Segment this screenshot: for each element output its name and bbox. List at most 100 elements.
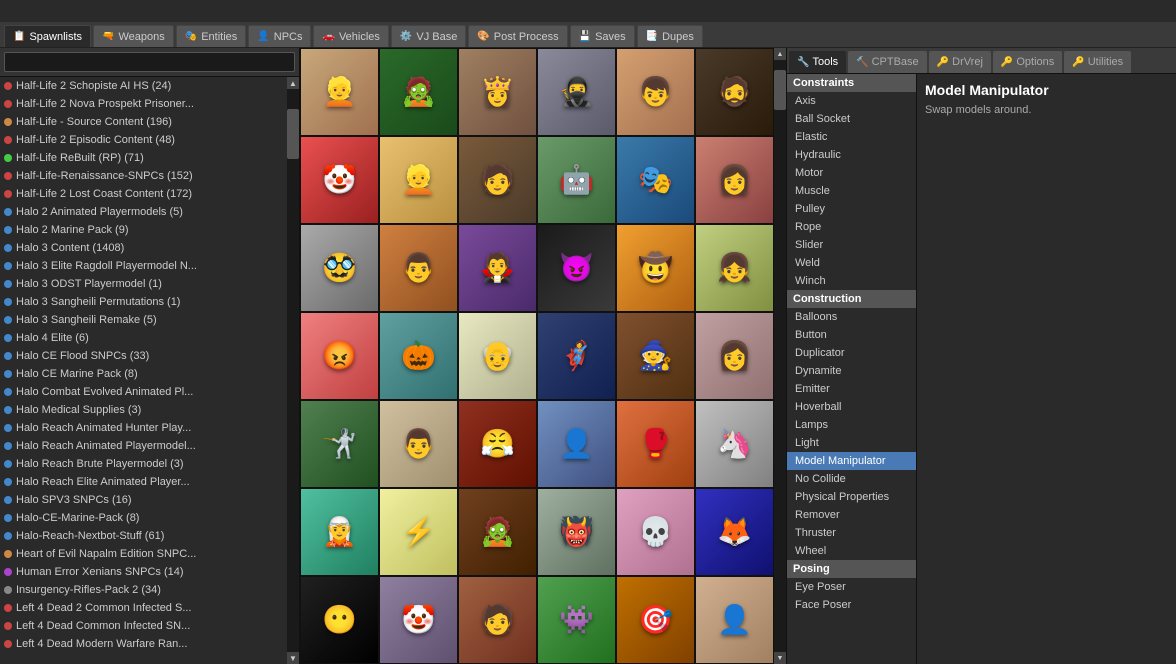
npc-cell[interactable]: 🧟 (379, 48, 458, 136)
npc-cell[interactable]: 🦄 (695, 400, 774, 488)
npc-cell[interactable]: 🤡 (300, 136, 379, 224)
tool-item-no-collide[interactable]: No Collide (787, 470, 916, 488)
tab-weapons[interactable]: 🔫Weapons (93, 25, 174, 47)
npc-cell[interactable]: 👩 (695, 136, 774, 224)
npc-cell[interactable]: 👱 (379, 136, 458, 224)
tool-item-pulley[interactable]: Pulley (787, 200, 916, 218)
search-input[interactable] (4, 52, 295, 72)
npc-cell[interactable]: 🦸 (537, 312, 616, 400)
tab-entities[interactable]: 🎭Entities (176, 25, 247, 47)
tool-item-model-manipulator[interactable]: Model Manipulator (787, 452, 916, 470)
list-item[interactable]: Half-Life 2 Lost Coast Content (172) (0, 185, 287, 203)
list-item[interactable]: Halo 3 ODST Playermodel (1) (0, 275, 287, 293)
tab-spawnlists[interactable]: 📋Spawnlists (4, 25, 91, 47)
scroll-down-btn[interactable]: ▼ (287, 652, 299, 664)
tab-vehicles[interactable]: 🚗Vehicles (313, 25, 388, 47)
list-item[interactable]: Halo 3 Elite Ragdoll Playermodel N... (0, 257, 287, 275)
list-item[interactable]: Halo 3 Sangheili Permutations (1) (0, 293, 287, 311)
list-item[interactable]: Left 4 Dead 2 Common Infected S... (0, 599, 287, 617)
scroll-up-btn[interactable]: ▲ (287, 77, 299, 89)
npc-cell[interactable]: 🧟 (458, 488, 537, 576)
npc-cell[interactable]: 😈 (537, 224, 616, 312)
tool-item-motor[interactable]: Motor (787, 164, 916, 182)
npc-cell[interactable]: 🎭 (616, 136, 695, 224)
tool-item-light[interactable]: Light (787, 434, 916, 452)
tool-item-muscle[interactable]: Muscle (787, 182, 916, 200)
npc-cell[interactable]: 👧 (695, 224, 774, 312)
grid-scroll-up[interactable]: ▲ (774, 48, 786, 60)
right-tab-cptbase[interactable]: 🔨CPTBase (848, 51, 927, 73)
npc-cell[interactable]: 👨 (379, 400, 458, 488)
list-scroll[interactable]: Half-Life 2 Schopiste AI HS (24)Half-Lif… (0, 77, 287, 664)
list-item[interactable]: Half-Life 2 Episodic Content (48) (0, 131, 287, 149)
right-tab-options[interactable]: 🔑Options (993, 51, 1062, 73)
list-item[interactable]: Halo-Reach-Nextbot-Stuff (61) (0, 527, 287, 545)
npc-cell[interactable]: 🤠 (616, 224, 695, 312)
tool-item-lamps[interactable]: Lamps (787, 416, 916, 434)
list-item[interactable]: Halo Medical Supplies (3) (0, 401, 287, 419)
right-tab-drvrej[interactable]: 🔑DrVrej (929, 51, 991, 73)
npc-cell[interactable]: 🤡 (379, 576, 458, 664)
npc-cell[interactable]: 🧛 (458, 224, 537, 312)
tool-item-button[interactable]: Button (787, 326, 916, 344)
npc-cell[interactable]: 🎃 (379, 312, 458, 400)
list-item[interactable]: Halo Combat Evolved Animated Pl... (0, 383, 287, 401)
list-item[interactable]: Insurgency-Rifles-Pack 2 (34) (0, 581, 287, 599)
npc-cell[interactable]: 👩 (695, 312, 774, 400)
list-item[interactable]: Halo 3 Content (1408) (0, 239, 287, 257)
tool-item-rope[interactable]: Rope (787, 218, 916, 236)
list-item[interactable]: Halo Reach Animated Hunter Play... (0, 419, 287, 437)
npc-cell[interactable]: 🥷 (537, 48, 616, 136)
npc-cell[interactable]: 👤 (537, 400, 616, 488)
tool-item-hoverball[interactable]: Hoverball (787, 398, 916, 416)
npc-cell[interactable]: 🤖 (537, 136, 616, 224)
list-item[interactable]: Halo 4 Elite (6) (0, 329, 287, 347)
npc-cell[interactable]: 💀 (616, 488, 695, 576)
grid-scrollbar[interactable]: ▲ ▼ (774, 48, 786, 664)
list-scrollbar[interactable]: ▲ ▼ (287, 77, 299, 664)
tool-item-elastic[interactable]: Elastic (787, 128, 916, 146)
npc-cell[interactable]: 🧔 (695, 48, 774, 136)
npc-cell[interactable]: 🧙 (616, 312, 695, 400)
list-item[interactable]: Half-Life-Renaissance-SNPCs (152) (0, 167, 287, 185)
npc-cell[interactable]: 🎯 (616, 576, 695, 664)
npc-cell[interactable]: 🦊 (695, 488, 774, 576)
list-item[interactable]: Halo Reach Animated Playermodel... (0, 437, 287, 455)
list-item[interactable]: Half-Life 2 Nova Prospekt Prisoner... (0, 95, 287, 113)
list-item[interactable]: Half-Life ReBuilt (RP) (71) (0, 149, 287, 167)
tool-item-duplicator[interactable]: Duplicator (787, 344, 916, 362)
tool-item-axis[interactable]: Axis (787, 92, 916, 110)
npc-cell[interactable]: 🧑 (458, 136, 537, 224)
npc-cell[interactable]: 😤 (458, 400, 537, 488)
list-item[interactable]: Halo 3 Sangheili Remake (5) (0, 311, 287, 329)
npc-cell[interactable]: 👴 (458, 312, 537, 400)
list-item[interactable]: Half-Life 2 Schopiste AI HS (24) (0, 77, 287, 95)
tool-item-thruster[interactable]: Thruster (787, 524, 916, 542)
tool-item-weld[interactable]: Weld (787, 254, 916, 272)
npc-cell[interactable]: 👾 (537, 576, 616, 664)
tool-item-balloons[interactable]: Balloons (787, 308, 916, 326)
list-item[interactable]: Half-Life - Source Content (196) (0, 113, 287, 131)
npc-cell[interactable]: 🧝 (300, 488, 379, 576)
list-item[interactable]: Halo-CE-Marine-Pack (8) (0, 509, 287, 527)
list-item[interactable]: Heart of Evil Napalm Edition SNPC... (0, 545, 287, 563)
list-item[interactable]: Halo 2 Animated Playermodels (5) (0, 203, 287, 221)
npc-cell[interactable]: 👸 (458, 48, 537, 136)
list-item[interactable]: Halo CE Flood SNPCs (33) (0, 347, 287, 365)
tab-dupes[interactable]: 📑Dupes (637, 25, 703, 47)
tab-npcs[interactable]: 👤NPCs (248, 25, 311, 47)
npc-cell[interactable]: 👤 (695, 576, 774, 664)
tool-item-winch[interactable]: Winch (787, 272, 916, 290)
tool-item-dynamite[interactable]: Dynamite (787, 362, 916, 380)
tool-item-emitter[interactable]: Emitter (787, 380, 916, 398)
npc-cell[interactable]: 🥊 (616, 400, 695, 488)
list-item[interactable]: Left 4 Dead Common Infected SN... (0, 617, 287, 635)
list-item[interactable]: Human Error Xenians SNPCs (14) (0, 563, 287, 581)
tool-item-slider[interactable]: Slider (787, 236, 916, 254)
tool-item-face-poser[interactable]: Face Poser (787, 596, 916, 614)
list-item[interactable]: Halo Reach Brute Playermodel (3) (0, 455, 287, 473)
tab-vj-base[interactable]: ⚙️VJ Base (391, 25, 466, 47)
list-item[interactable]: Halo Reach Elite Animated Player... (0, 473, 287, 491)
tool-item-remover[interactable]: Remover (787, 506, 916, 524)
list-item[interactable]: Left 4 Dead Modern Warfare Ran... (0, 635, 287, 653)
